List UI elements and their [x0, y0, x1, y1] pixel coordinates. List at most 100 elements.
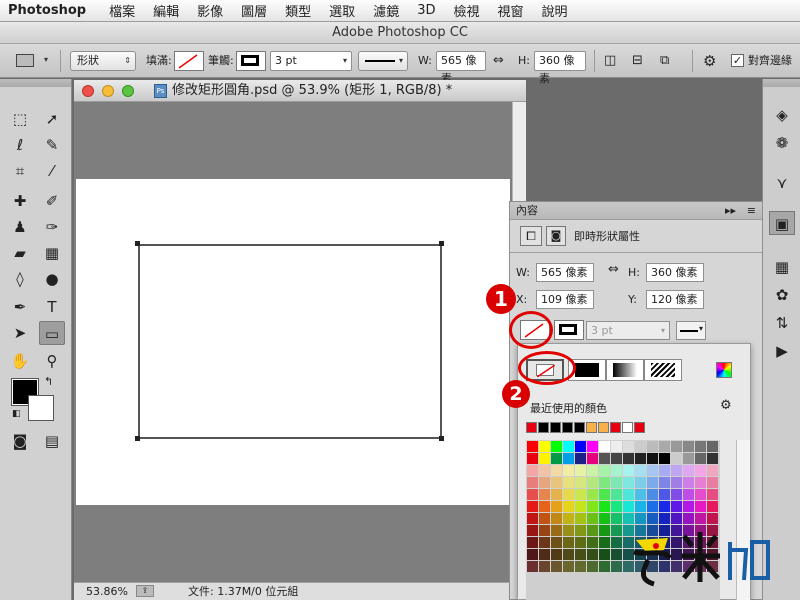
color-swatch[interactable] [659, 453, 670, 464]
pattern-button[interactable] [644, 359, 682, 381]
color-swatch[interactable] [635, 477, 646, 488]
align-edges-checkbox[interactable]: ✓ [731, 54, 744, 67]
color-swatch[interactable] [611, 501, 622, 512]
color-swatch[interactable] [587, 441, 598, 452]
color-swatch[interactable] [563, 549, 574, 560]
move-tool-icon[interactable]: ➚ [39, 107, 65, 131]
height-field[interactable]: 360 像素 [646, 263, 704, 282]
color-swatch[interactable] [695, 453, 706, 464]
path-arrangement-icon[interactable]: ⧉ [660, 51, 669, 71]
color-swatch[interactable] [635, 453, 646, 464]
color-swatch[interactable] [599, 453, 610, 464]
color-swatch[interactable] [611, 489, 622, 500]
color-swatch[interactable] [599, 465, 610, 476]
zoom-level[interactable]: 53.86% [86, 583, 128, 600]
stroke-type-select[interactable]: ▾ [358, 51, 408, 71]
play-actions-icon[interactable]: ▶ [769, 339, 795, 363]
stroke-swatch-button[interactable] [554, 320, 584, 340]
canvas[interactable] [76, 179, 510, 505]
menu-type[interactable]: 類型 [276, 1, 320, 20]
gear-icon[interactable]: ⚙ [720, 398, 732, 413]
recent-color-swatch[interactable] [586, 422, 597, 433]
color-swatch[interactable] [527, 465, 538, 476]
color-swatch[interactable] [671, 453, 682, 464]
color-swatch[interactable] [563, 561, 574, 572]
color-swatch[interactable] [695, 501, 706, 512]
color-swatch[interactable] [551, 441, 562, 452]
recent-color-swatch[interactable] [526, 422, 537, 433]
color-swatch[interactable] [551, 561, 562, 572]
rectangle-shape[interactable] [138, 244, 442, 439]
menu-view[interactable]: 檢視 [444, 1, 488, 20]
color-swatch[interactable] [635, 441, 646, 452]
menu-image[interactable]: 影像 [188, 1, 232, 20]
color-swatch[interactable] [563, 489, 574, 500]
color-swatch[interactable] [635, 465, 646, 476]
recent-color-swatch[interactable] [562, 422, 573, 433]
color-swatch[interactable] [587, 513, 598, 524]
path-alignment-icon[interactable]: ⊟ [632, 51, 643, 71]
brush-tool-icon[interactable]: ✐ [39, 189, 65, 213]
width-field[interactable]: 565 像素 [536, 263, 594, 282]
menu-edit[interactable]: 編輯 [144, 1, 188, 20]
recent-color-swatch[interactable] [574, 422, 585, 433]
menu-filter[interactable]: 濾鏡 [364, 1, 408, 20]
type-tool-icon[interactable]: T [39, 295, 65, 319]
color-swatch[interactable] [563, 453, 574, 464]
anchor-point[interactable] [135, 241, 140, 246]
color-swatch[interactable] [683, 501, 694, 512]
paths-icon[interactable]: ⋎ [769, 171, 795, 195]
menu-file[interactable]: 檔案 [100, 1, 144, 20]
color-swatch[interactable] [635, 501, 646, 512]
color-swatch[interactable] [611, 525, 622, 536]
color-swatch[interactable] [551, 489, 562, 500]
color-swatch[interactable] [707, 477, 718, 488]
crop-tool-icon[interactable]: ⌗ [7, 159, 33, 183]
color-swatch[interactable] [539, 537, 550, 548]
color-swatch[interactable] [551, 525, 562, 536]
color-swatch[interactable] [695, 441, 706, 452]
color-swatch[interactable] [707, 465, 718, 476]
lasso-tool-icon[interactable]: ℓ [7, 133, 33, 157]
color-swatch[interactable] [563, 441, 574, 452]
color-swatch[interactable] [563, 513, 574, 524]
export-icon[interactable]: ⇪ [136, 585, 154, 597]
color-swatch[interactable] [539, 441, 550, 452]
color-swatch[interactable] [623, 441, 634, 452]
color-swatch[interactable] [587, 549, 598, 560]
color-swatch[interactable] [599, 441, 610, 452]
recent-color-swatch[interactable] [538, 422, 549, 433]
recent-color-swatch[interactable] [610, 422, 621, 433]
color-swatch[interactable] [623, 465, 634, 476]
color-swatch[interactable] [575, 477, 586, 488]
color-swatch[interactable] [551, 477, 562, 488]
color-swatch[interactable] [707, 453, 718, 464]
stroke-width-field[interactable]: 3 pt ▾ [270, 51, 352, 71]
clone-stamp-tool-icon[interactable]: ♟ [7, 215, 33, 239]
gear-icon[interactable]: ⚙ [703, 51, 716, 71]
quick-select-tool-icon[interactable]: ✎ [39, 133, 65, 157]
swatches-icon[interactable]: ▦ [769, 255, 795, 279]
color-swatch[interactable] [527, 549, 538, 560]
color-swatch[interactable] [611, 477, 622, 488]
color-swatch[interactable] [575, 489, 586, 500]
link-icon[interactable]: ⇔ [608, 260, 619, 279]
color-swatch[interactable] [683, 477, 694, 488]
anchor-point[interactable] [439, 436, 444, 441]
color-swatch[interactable] [551, 453, 562, 464]
color-swatch[interactable] [683, 441, 694, 452]
path-selection-tool-icon[interactable]: ➤ [7, 321, 33, 345]
color-swatch[interactable] [575, 453, 586, 464]
color-swatch[interactable] [599, 477, 610, 488]
color-swatch[interactable] [527, 489, 538, 500]
blur-tool-icon[interactable]: ◊ [7, 267, 33, 291]
layers-icon[interactable]: ◈ [769, 103, 795, 127]
panel-menu-icon[interactable]: ≡ [747, 202, 756, 219]
hand-tool-icon[interactable]: ✋ [7, 349, 33, 373]
dodge-tool-icon[interactable]: ● [39, 267, 65, 291]
gradient-button[interactable] [606, 359, 644, 381]
tool-mode-select[interactable]: 形狀 ⇕ [70, 51, 136, 71]
color-swatch[interactable] [659, 477, 670, 488]
color-swatch[interactable] [611, 537, 622, 548]
color-palette-icon[interactable]: ✿ [769, 283, 795, 307]
